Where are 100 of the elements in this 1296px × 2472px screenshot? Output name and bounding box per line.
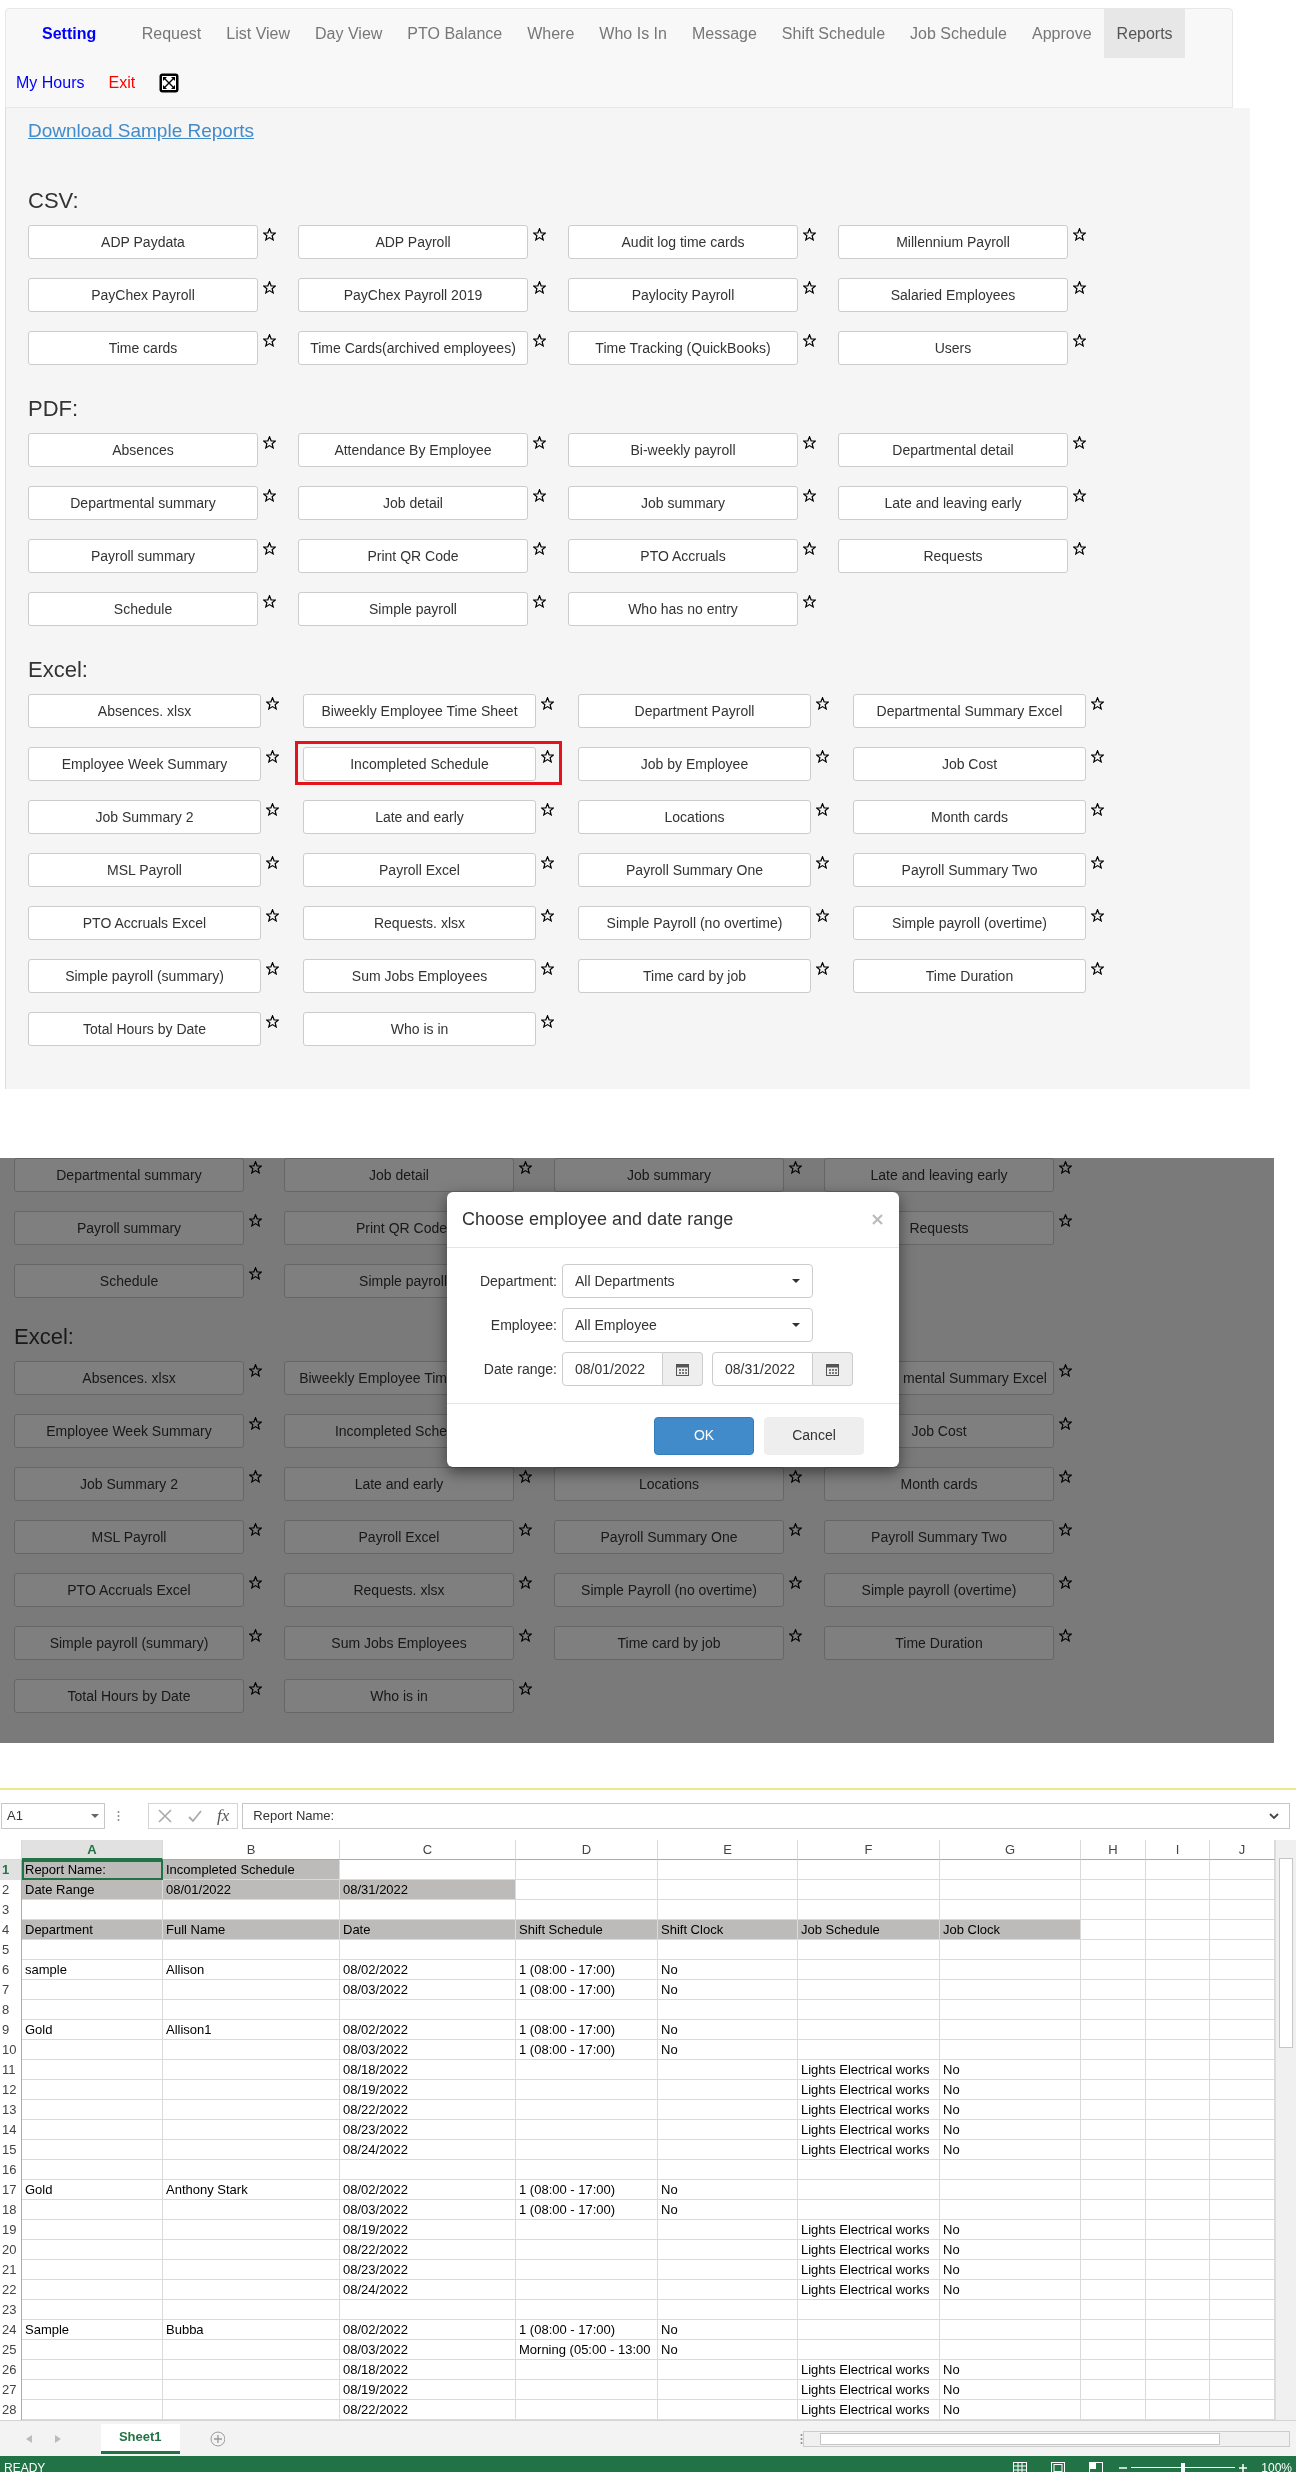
- report-button[interactable]: Time Tracking (QuickBooks): [568, 331, 798, 365]
- report-button[interactable]: Job Summary 2: [28, 800, 261, 834]
- star-icon[interactable]: [249, 1576, 262, 1589]
- star-icon[interactable]: [816, 856, 829, 869]
- star-icon[interactable]: [266, 1015, 279, 1028]
- nav-link[interactable]: Exit: [108, 70, 136, 95]
- report-button[interactable]: Departmental summary: [28, 486, 258, 520]
- star-icon[interactable]: [803, 595, 816, 608]
- report-button[interactable]: Who is in: [303, 1012, 536, 1046]
- zoom-slider[interactable]: [1131, 2463, 1236, 2472]
- row-number[interactable]: 19: [0, 2220, 22, 2240]
- row-number[interactable]: 10: [0, 2040, 22, 2060]
- formula-field[interactable]: Report Name:: [242, 1803, 1290, 1829]
- star-icon[interactable]: [1073, 334, 1086, 347]
- star-icon[interactable]: [519, 1161, 532, 1174]
- star-icon[interactable]: [1073, 436, 1086, 449]
- row-number[interactable]: 6: [0, 1960, 22, 1980]
- date-field[interactable]: 08/01/2022: [562, 1352, 663, 1386]
- report-button[interactable]: Sum Jobs Employees: [303, 959, 536, 993]
- star-icon[interactable]: [541, 856, 554, 869]
- nav-tab[interactable]: Request: [129, 9, 214, 58]
- report-button[interactable]: Simple payroll (summary): [14, 1626, 244, 1660]
- report-button[interactable]: Requests: [838, 539, 1068, 573]
- star-icon[interactable]: [533, 542, 546, 555]
- row-number[interactable]: 12: [0, 2080, 22, 2100]
- star-icon[interactable]: [533, 436, 546, 449]
- report-button[interactable]: Time Duration: [853, 959, 1086, 993]
- report-button[interactable]: Schedule: [14, 1264, 244, 1298]
- report-button[interactable]: Total Hours by Date: [28, 1012, 261, 1046]
- report-button[interactable]: Absences. xlsx: [14, 1361, 244, 1395]
- star-icon[interactable]: [803, 542, 816, 555]
- horizontal-scrollbar[interactable]: [803, 2430, 1290, 2447]
- report-button[interactable]: Simple payroll (overtime): [824, 1573, 1054, 1607]
- star-icon[interactable]: [519, 1523, 532, 1536]
- star-icon[interactable]: [519, 1682, 532, 1695]
- report-button[interactable]: Job summary: [568, 486, 798, 520]
- star-icon[interactable]: [249, 1470, 262, 1483]
- row-number[interactable]: 21: [0, 2260, 22, 2280]
- row-number[interactable]: 7: [0, 1980, 22, 2000]
- star-icon[interactable]: [1059, 1470, 1072, 1483]
- nav-tab[interactable]: Reports: [1104, 9, 1186, 58]
- nav-tab[interactable]: Who Is In: [586, 9, 680, 58]
- star-icon[interactable]: [789, 1161, 802, 1174]
- star-icon[interactable]: [803, 489, 816, 502]
- star-icon[interactable]: [541, 909, 554, 922]
- star-icon[interactable]: [249, 1523, 262, 1536]
- calendar-button[interactable]: [813, 1352, 853, 1386]
- star-icon[interactable]: [519, 1629, 532, 1642]
- star-icon[interactable]: [789, 1629, 802, 1642]
- star-icon[interactable]: [1059, 1364, 1072, 1377]
- star-icon[interactable]: [816, 962, 829, 975]
- more-icon[interactable]: [800, 2432, 804, 2445]
- star-icon[interactable]: [249, 1682, 262, 1695]
- calendar-button[interactable]: [663, 1352, 703, 1386]
- report-button[interactable]: Salaried Employees: [838, 278, 1068, 312]
- star-icon[interactable]: [1091, 803, 1104, 816]
- ok-button[interactable]: OK: [654, 1416, 754, 1455]
- report-button[interactable]: Payroll Summary Two: [853, 853, 1086, 887]
- row-number[interactable]: 1: [0, 1860, 22, 1880]
- report-button[interactable]: Paylocity Payroll: [568, 278, 798, 312]
- star-icon[interactable]: [266, 697, 279, 710]
- nav-tab[interactable]: Shift Schedule: [769, 9, 898, 58]
- row-number[interactable]: 2: [0, 1880, 22, 1900]
- star-icon[interactable]: [541, 1015, 554, 1028]
- star-icon[interactable]: [1059, 1576, 1072, 1589]
- report-button[interactable]: Job summary: [554, 1158, 784, 1192]
- star-icon[interactable]: [519, 1470, 532, 1483]
- report-button[interactable]: ADP Payroll: [298, 225, 528, 259]
- star-icon[interactable]: [541, 750, 554, 763]
- report-button[interactable]: Requests. xlsx: [284, 1573, 514, 1607]
- star-icon[interactable]: [249, 1629, 262, 1642]
- star-icon[interactable]: [533, 334, 546, 347]
- report-button[interactable]: Job Summary 2: [14, 1467, 244, 1501]
- report-button[interactable]: MSL Payroll: [14, 1520, 244, 1554]
- row-number[interactable]: 25: [0, 2340, 22, 2360]
- report-button[interactable]: Late and leaving early: [838, 486, 1068, 520]
- nav-link[interactable]: My Hours: [16, 70, 85, 95]
- star-icon[interactable]: [1073, 489, 1086, 502]
- vertical-scrollbar[interactable]: [1275, 1840, 1296, 2420]
- report-button[interactable]: Who is in: [284, 1679, 514, 1713]
- cancel-button[interactable]: Cancel: [764, 1416, 864, 1455]
- report-button[interactable]: Month cards: [824, 1467, 1054, 1501]
- report-button[interactable]: Payroll Summary One: [554, 1520, 784, 1554]
- star-icon[interactable]: [263, 334, 276, 347]
- report-button[interactable]: Audit log time cards: [568, 225, 798, 259]
- star-icon[interactable]: [533, 489, 546, 502]
- star-icon[interactable]: [533, 281, 546, 294]
- row-number[interactable]: 22: [0, 2280, 22, 2300]
- report-button[interactable]: Employee Week Summary: [14, 1414, 244, 1448]
- report-button[interactable]: Payroll summary: [28, 539, 258, 573]
- star-icon[interactable]: [249, 1364, 262, 1377]
- star-icon[interactable]: [266, 803, 279, 816]
- report-button[interactable]: Time cards: [28, 331, 258, 365]
- report-button[interactable]: Payroll summary: [14, 1211, 244, 1245]
- report-button[interactable]: Department Payroll: [578, 694, 811, 728]
- sheet-tab[interactable]: Sheet1: [100, 2423, 180, 2454]
- report-button[interactable]: Bi-weekly payroll: [568, 433, 798, 467]
- report-button[interactable]: Job by Employee: [578, 747, 811, 781]
- report-button[interactable]: Job Cost: [853, 747, 1086, 781]
- brand-link[interactable]: Setting: [6, 9, 130, 58]
